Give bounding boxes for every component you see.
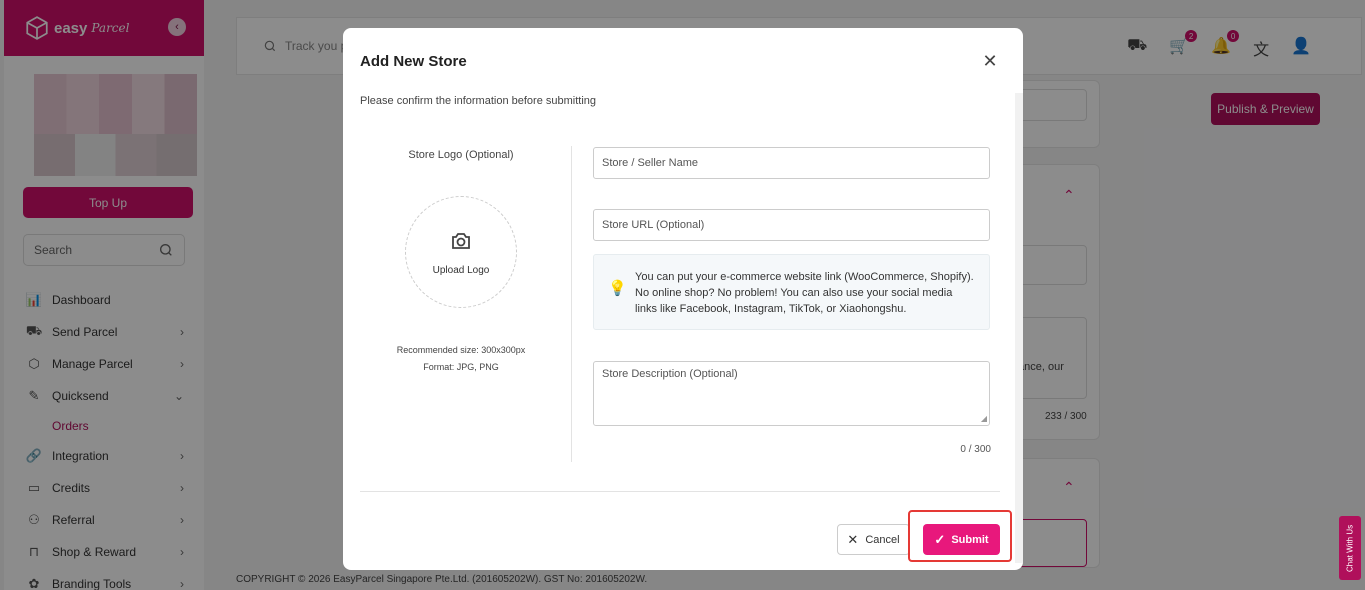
- close-icon: ✕: [847, 531, 859, 547]
- store-name-placeholder: Store / Seller Name: [602, 157, 698, 169]
- submit-label: Submit: [951, 533, 989, 546]
- logo-requirements: Recommended size: 300x300px Format: JPG,…: [371, 342, 551, 376]
- store-description-placeholder: Store Description (Optional): [602, 368, 738, 380]
- store-description-textarea[interactable]: Store Description (Optional) ◢: [593, 361, 990, 426]
- store-url-placeholder: Store URL (Optional): [602, 219, 705, 231]
- resize-grip-icon[interactable]: ◢: [981, 414, 987, 423]
- chat-with-us-button[interactable]: Chat With Us: [1339, 516, 1361, 580]
- camera-icon: [452, 232, 470, 249]
- check-icon: ✓: [934, 531, 946, 547]
- logo-format: Format: JPG, PNG: [423, 362, 499, 372]
- upload-logo-label: Upload Logo: [432, 264, 490, 276]
- description-counter: 0 / 300: [960, 444, 991, 455]
- store-name-input[interactable]: Store / Seller Name: [593, 147, 990, 179]
- modal-scrollbar[interactable]: [1015, 93, 1023, 563]
- close-icon: ✕: [982, 50, 998, 71]
- vertical-divider: [571, 146, 572, 462]
- upload-logo-button[interactable]: Upload Logo: [405, 196, 517, 308]
- modal-subtitle: Please confirm the information before su…: [360, 95, 597, 107]
- submit-button[interactable]: ✓ Submit: [923, 524, 1000, 555]
- store-url-input[interactable]: Store URL (Optional): [593, 209, 990, 241]
- horizontal-divider: [360, 491, 1000, 492]
- cancel-button[interactable]: ✕ Cancel: [837, 524, 910, 555]
- close-button[interactable]: ✕: [981, 50, 999, 71]
- store-url-tip: 💡 You can put your e-commerce website li…: [593, 254, 990, 330]
- modal-title: Add New Store: [360, 53, 467, 70]
- lightbulb-icon: 💡: [608, 280, 627, 297]
- add-store-modal: Add New Store ✕ Please confirm the infor…: [343, 28, 1023, 570]
- store-logo-label: Store Logo (Optional): [408, 149, 514, 161]
- tip-text: You can put your e-commerce website link…: [635, 271, 974, 315]
- recommended-size: Recommended size: 300x300px: [396, 345, 526, 355]
- cancel-label: Cancel: [865, 533, 900, 546]
